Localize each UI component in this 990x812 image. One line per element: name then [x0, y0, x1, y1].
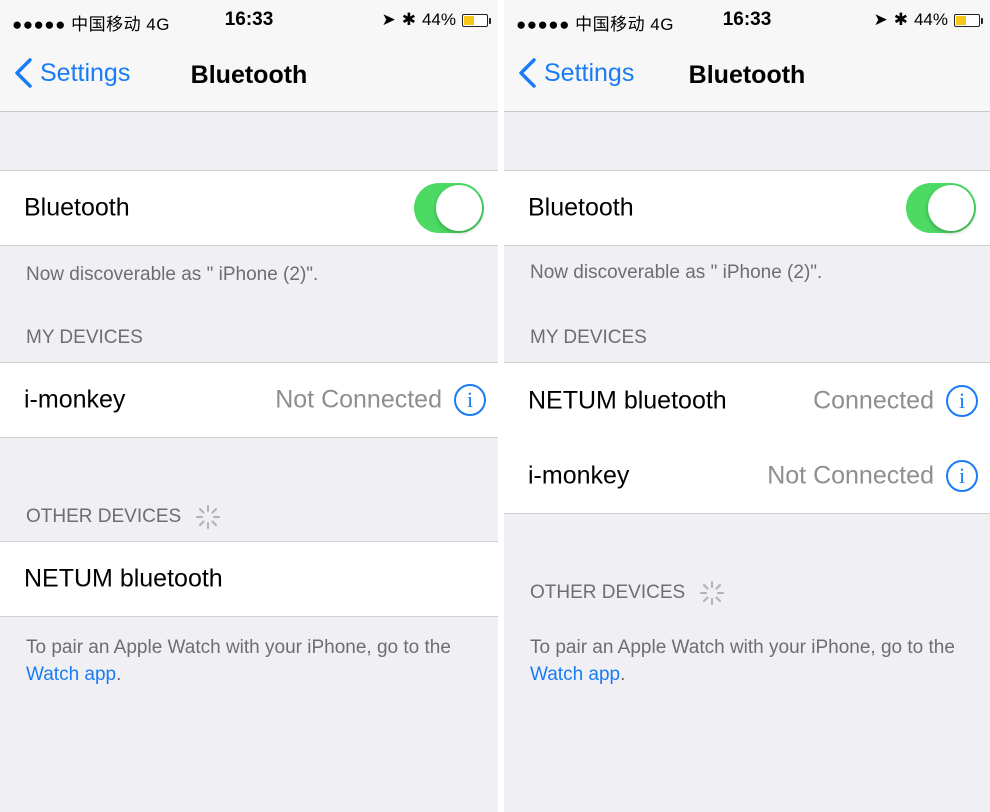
info-icon[interactable]: i — [946, 459, 978, 492]
other-devices-header-label: OTHER DEVICES — [530, 582, 686, 603]
bluetooth-toggle[interactable] — [414, 183, 484, 233]
back-button[interactable]: Settings — [12, 58, 130, 88]
my-devices-header: MY DEVICES — [530, 327, 647, 349]
other-device-row-netum[interactable]: NETUM bluetooth — [0, 541, 498, 617]
bluetooth-toggle-row: Bluetooth — [0, 170, 498, 246]
discoverable-text: Now discoverable as " iPhone (2)". — [530, 262, 823, 283]
bluetooth-status-icon: ✱ — [401, 10, 416, 29]
bluetooth-label: Bluetooth — [24, 193, 130, 222]
status-right: ➤ ✱ 44% — [873, 10, 983, 30]
toggle-knob — [436, 185, 482, 231]
bluetooth-label: Bluetooth — [528, 193, 634, 222]
my-devices-header: MY DEVICES — [26, 327, 143, 349]
apple-watch-note: To pair an Apple Watch with your iPhone,… — [530, 634, 970, 688]
my-devices-header-label: MY DEVICES — [530, 327, 647, 348]
back-label: Settings — [544, 58, 635, 87]
device-name: i-monkey — [24, 385, 126, 414]
pair-note-suffix: . — [116, 664, 122, 685]
loading-spinner-icon — [700, 581, 725, 605]
apple-watch-note: To pair an Apple Watch with your iPhone,… — [26, 634, 466, 688]
loading-spinner-icon — [196, 505, 221, 529]
nav-bar: Settings Bluetooth — [504, 40, 990, 112]
bluetooth-status-icon: ✱ — [893, 10, 908, 29]
back-button[interactable]: Settings — [516, 58, 634, 88]
bluetooth-toggle-row: Bluetooth — [504, 170, 990, 246]
location-icon: ➤ — [381, 10, 396, 29]
right-screen: ●●●●● 中国移动 4G 16:33 ➤ ✱ 44% Settings Blu… — [504, 0, 990, 812]
device-row-netum[interactable]: NETUM bluetooth Connected i — [504, 362, 990, 439]
watch-app-link[interactable]: Watch app — [26, 664, 116, 685]
device-name: i-monkey — [528, 461, 630, 489]
status-bar: ●●●●● 中国移动 4G 16:33 ➤ ✱ 44% — [504, 0, 990, 40]
battery-percent: 44% — [421, 10, 456, 29]
nav-bar: Settings Bluetooth — [0, 40, 498, 112]
other-devices-header: OTHER DEVICES — [26, 504, 221, 530]
other-devices-header-label: OTHER DEVICES — [26, 506, 182, 527]
back-label: Settings — [40, 58, 131, 87]
info-icon[interactable]: i — [454, 384, 486, 416]
device-status: Connected — [813, 386, 934, 414]
pair-note-suffix: . — [620, 664, 626, 685]
toggle-knob — [928, 185, 974, 231]
my-devices-header-label: MY DEVICES — [26, 327, 143, 348]
status-right: ➤ ✱ 44% — [381, 10, 491, 30]
location-icon: ➤ — [873, 10, 888, 29]
pair-note-text: To pair an Apple Watch with your iPhone,… — [530, 637, 955, 658]
status-bar: ●●●●● 中国移动 4G 16:33 ➤ ✱ 44% — [0, 0, 498, 40]
battery-percent: 44% — [913, 10, 948, 29]
device-status: Not Connected — [767, 461, 934, 489]
battery-icon — [954, 13, 983, 27]
discoverable-text: Now discoverable as " iPhone (2)". — [26, 264, 319, 285]
watch-app-link[interactable]: Watch app — [530, 664, 620, 685]
bluetooth-toggle[interactable] — [906, 183, 976, 233]
pair-note-text: To pair an Apple Watch with your iPhone,… — [26, 637, 451, 658]
device-status: Not Connected — [275, 385, 442, 414]
left-screen: ●●●●● 中国移动 4G 16:33 ➤ ✱ 44% Settings Blu… — [0, 0, 498, 812]
device-name: NETUM bluetooth — [528, 386, 727, 414]
info-icon[interactable]: i — [946, 384, 978, 417]
battery-icon — [462, 13, 491, 27]
chevron-left-icon — [15, 58, 32, 88]
device-row-i-monkey[interactable]: i-monkey Not Connected i — [504, 438, 990, 514]
other-device-name: NETUM bluetooth — [24, 564, 223, 593]
device-row-i-monkey[interactable]: i-monkey Not Connected i — [0, 362, 498, 438]
chevron-left-icon — [519, 58, 536, 88]
other-devices-header: OTHER DEVICES — [530, 580, 725, 606]
